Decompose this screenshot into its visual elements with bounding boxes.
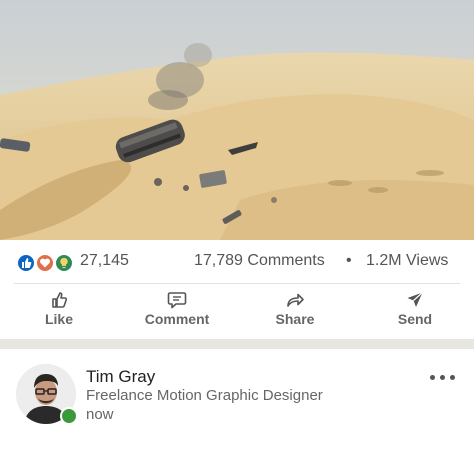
comment-button[interactable]: Comment <box>122 284 232 338</box>
online-status-badge <box>60 407 78 425</box>
share-label: Share <box>275 311 315 327</box>
like-label: Like <box>44 311 73 327</box>
love-reaction-icon <box>35 253 55 273</box>
like-reaction-icon <box>16 253 36 273</box>
insightful-reaction-icon <box>54 253 74 273</box>
like-button[interactable]: Like <box>4 284 114 338</box>
action-bar: Like Comment Share Send <box>0 284 474 338</box>
comments-count[interactable]: 17,789 Comments <box>194 252 325 270</box>
post-header: Tim Gray Freelance Motion Graphic Design… <box>0 349 474 474</box>
post-media-image[interactable] <box>0 0 474 240</box>
engagement-stats: 27,145 17,789 Comments • 1.2M Views <box>0 244 474 280</box>
reaction-icons[interactable] <box>16 253 80 273</box>
views-count: 1.2M Views <box>366 252 449 269</box>
reaction-count[interactable]: 27,145 <box>80 252 129 270</box>
send-label: Send <box>397 311 433 327</box>
comment-label: Comment <box>144 311 210 327</box>
more-options-icon[interactable] <box>428 371 458 385</box>
author-name[interactable]: Tim Gray <box>86 367 155 387</box>
share-button[interactable]: Share <box>240 284 350 338</box>
author-headline: Freelance Motion Graphic Designer <box>86 387 323 404</box>
feed-separator <box>0 339 474 349</box>
separator-dot: • <box>346 252 352 269</box>
post-timestamp: now <box>86 406 114 423</box>
send-button[interactable]: Send <box>360 284 470 338</box>
